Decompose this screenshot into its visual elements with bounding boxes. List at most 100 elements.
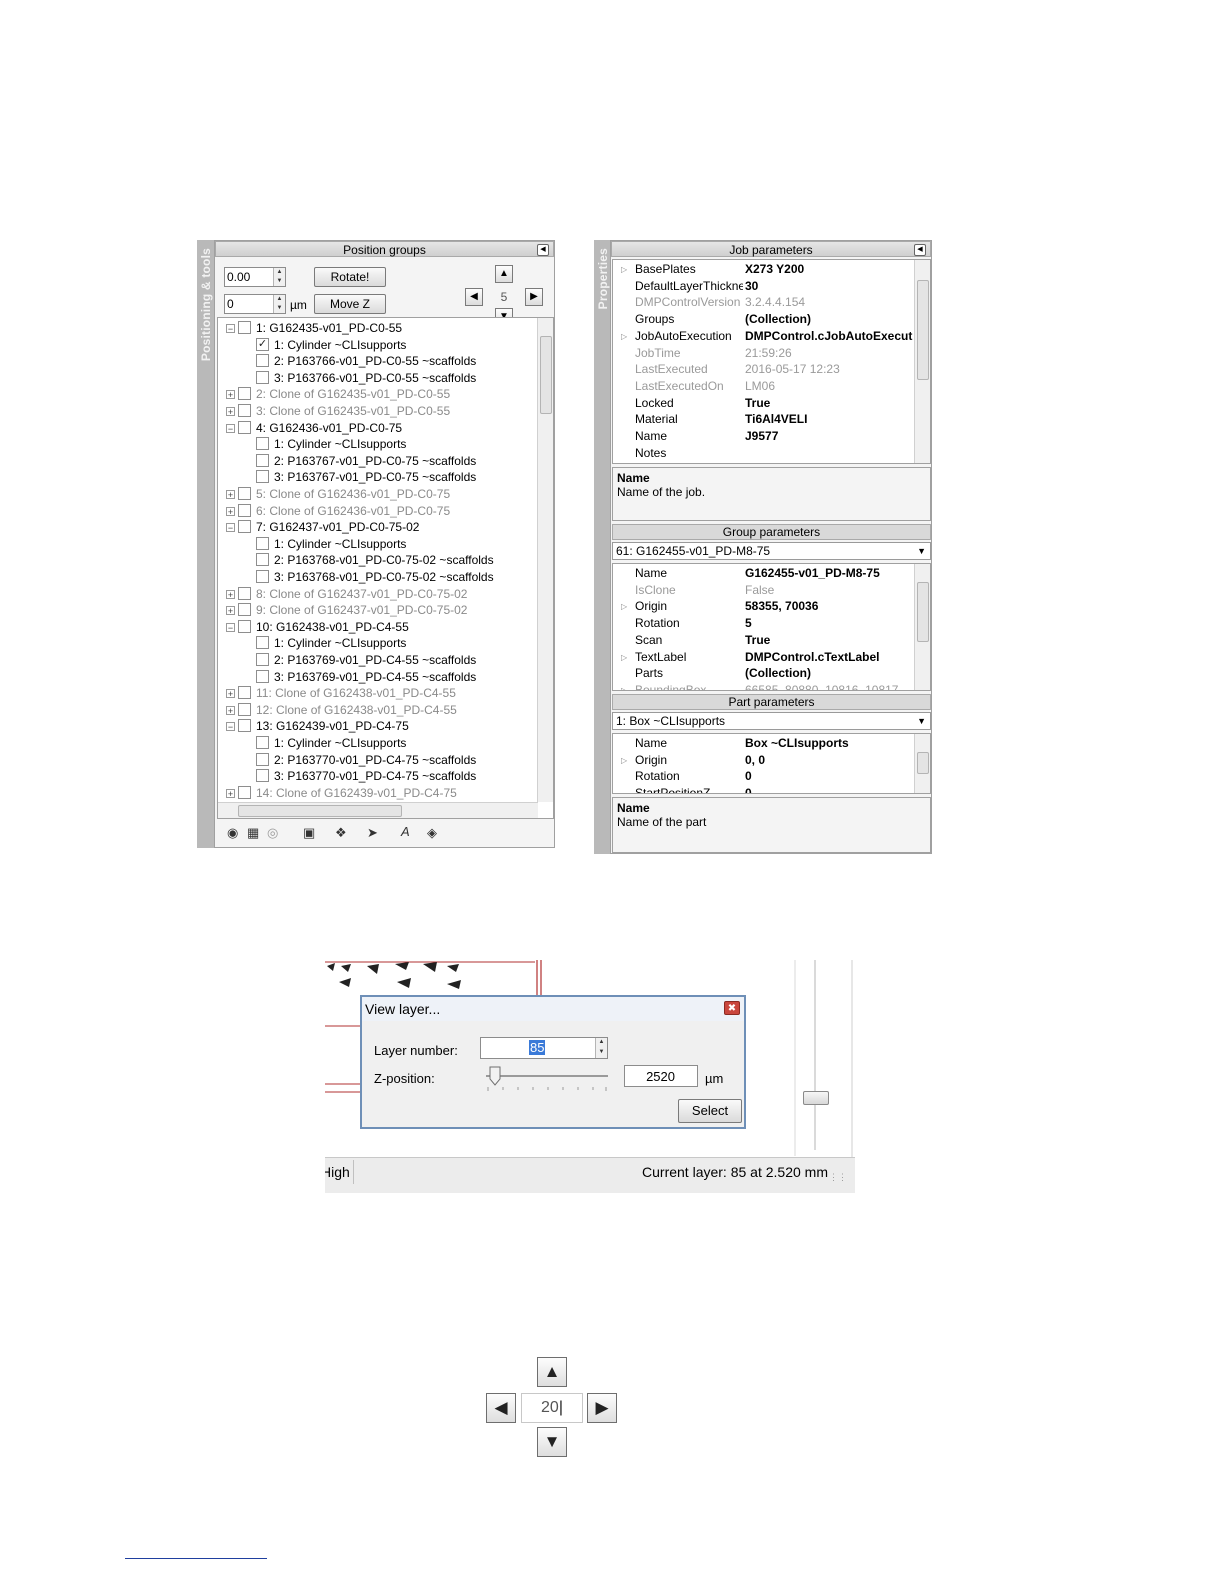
pin-icon[interactable]: ◀	[914, 244, 926, 256]
tree-vertical-scrollbar[interactable]	[537, 318, 553, 802]
part-grid-scrollbar[interactable]	[914, 734, 930, 793]
wrench-icon[interactable]: ➤	[367, 825, 378, 841]
tree-node-checkbox[interactable]	[238, 503, 251, 517]
expand-icon[interactable]: +	[226, 506, 235, 516]
property-value[interactable]: G162455-v01_PD-M8-75	[745, 565, 913, 582]
tree-part-node[interactable]: 1: Cylinder ~CLIsupports	[218, 436, 536, 452]
move-z-button[interactable]: Move Z	[314, 294, 386, 314]
target-icon[interactable]: ◎	[267, 825, 278, 841]
group-parameter-row[interactable]: Rotation 5	[613, 615, 930, 632]
group-parameter-row[interactable]: Scan True	[613, 632, 930, 649]
pin-icon[interactable]: ◀	[537, 244, 549, 256]
property-value[interactable]: Box ~CLIsupports	[745, 735, 913, 752]
collapse-icon[interactable]: −	[226, 722, 235, 732]
spin-up-icon[interactable]: ▲	[273, 268, 285, 277]
tree-part-node[interactable]: 2: P163769-v01_PD-C4-55 ~scaffolds	[218, 652, 536, 668]
tree-group-node[interactable]: − 10: G162438-v01_PD-C4-55	[218, 619, 536, 635]
property-value[interactable]: 5	[745, 615, 913, 632]
part-parameter-row[interactable]: ▷ Origin 0, 0	[613, 752, 930, 769]
tree-part-node[interactable]: 3: P163769-v01_PD-C4-55 ~scaffolds	[218, 669, 536, 685]
tree-node-checkbox[interactable]	[256, 669, 269, 683]
tree-node-checkbox[interactable]	[238, 321, 251, 334]
tree-part-node[interactable]: 1: Cylinder ~CLIsupports	[218, 735, 536, 751]
position-groups-tree[interactable]: − 1: G162435-v01_PD-C0-55 ✓ 1: Cylinder ~CL…	[217, 317, 554, 819]
property-value[interactable]: LM06	[745, 378, 913, 395]
camera-icon[interactable]: ▣	[303, 825, 315, 841]
tree-part-node[interactable]: ✓ 1: Cylinder ~CLIsupports	[218, 337, 536, 353]
tree-part-node[interactable]: 2: P163770-v01_PD-C4-75 ~scaffolds	[218, 752, 536, 768]
property-value[interactable]: 30	[745, 278, 913, 295]
expand-arrow-icon[interactable]: ▷	[621, 261, 627, 278]
select-button[interactable]: Select	[678, 1099, 742, 1123]
property-value[interactable]: (Collection)	[745, 665, 913, 682]
globe-icon[interactable]: ◉	[227, 825, 238, 841]
expand-icon[interactable]: +	[226, 606, 235, 616]
property-value[interactable]: True	[745, 395, 913, 412]
tree-part-node[interactable]: 1: Cylinder ~CLIsupports	[218, 536, 536, 552]
part-parameter-row[interactable]: Name Box ~CLIsupports	[613, 735, 930, 752]
properties-side-tab[interactable]: Properties	[594, 240, 610, 854]
tree-group-node[interactable]: − 4: G162436-v01_PD-C0-75	[218, 420, 536, 436]
expand-icon[interactable]: +	[226, 407, 235, 417]
tree-node-checkbox[interactable]	[238, 603, 251, 617]
job-grid-scrollbar[interactable]	[914, 260, 930, 463]
job-parameter-row[interactable]: DefaultLayerThickness30	[613, 278, 930, 295]
property-value[interactable]: 0	[745, 785, 913, 793]
close-icon[interactable]: ✖	[724, 1001, 740, 1015]
z-position-input[interactable]: 2520	[624, 1065, 698, 1087]
group-parameters-grid[interactable]: Name G162455-v01_PD-M8-75 IsClone False ▷ Ori…	[612, 563, 931, 691]
expand-icon[interactable]: +	[226, 589, 235, 599]
property-value[interactable]: 58355, 70036	[745, 598, 913, 615]
tree-group-node[interactable]: +14: Clone of G162439-v01_PD-C4-75	[218, 785, 536, 801]
tree-part-node[interactable]: 3: P163767-v01_PD-C0-75 ~scaffolds	[218, 469, 536, 485]
tree-node-checkbox[interactable]	[256, 470, 269, 484]
property-value[interactable]: 2016-05-17 12:23	[745, 361, 913, 378]
spin-down-icon[interactable]: ▼	[273, 277, 285, 286]
job-parameter-row[interactable]: ▷ BasePlates X273 Y200	[613, 261, 930, 278]
resize-grip-icon[interactable]: ⋮⋮	[829, 1172, 847, 1183]
tree-node-checkbox[interactable]	[238, 619, 251, 633]
rotate-button[interactable]: Rotate!	[314, 267, 386, 287]
layers-icon[interactable]: ❖	[335, 825, 347, 841]
tree-group-node[interactable]: +8: Clone of G162437-v01_PD-C0-75-02	[218, 586, 536, 602]
job-parameter-row[interactable]: Notes	[613, 445, 930, 462]
part-grid-scroll-thumb[interactable]	[917, 752, 929, 774]
tree-hscroll-thumb[interactable]	[238, 805, 402, 817]
positioning-side-tab[interactable]: Positioning & tools	[197, 240, 214, 848]
tree-node-checkbox[interactable]	[238, 686, 251, 700]
job-grid-scroll-thumb[interactable]	[917, 280, 929, 380]
job-parameter-row[interactable]: LastExecuted 2016-05-17 12:23	[613, 361, 930, 378]
tree-node-checkbox[interactable]	[238, 719, 251, 733]
rotate-angle-input[interactable]: 0.00 ▲ ▼	[224, 267, 286, 287]
job-parameter-row[interactable]: JobTime 21:59:26	[613, 345, 930, 362]
expand-arrow-icon[interactable]: ▷	[621, 649, 627, 666]
property-value[interactable]: J9577	[745, 428, 913, 445]
tree-node-checkbox[interactable]	[238, 487, 251, 500]
shape-icon[interactable]: ◈	[427, 825, 437, 841]
group-parameter-row[interactable]: Name G162455-v01_PD-M8-75	[613, 565, 930, 582]
tree-group-node[interactable]: +11: Clone of G162438-v01_PD-C4-55	[218, 685, 536, 701]
tree-node-checkbox[interactable]	[238, 420, 251, 434]
spin-down-icon[interactable]: ▼	[595, 1048, 607, 1058]
group-parameter-row[interactable]: ▷ BoundingBox 66585, 80880, 10816, 10817	[613, 682, 930, 690]
property-value[interactable]: 3.2.4.4.154	[745, 294, 913, 311]
spin-down-icon[interactable]: ▼	[273, 304, 285, 313]
job-parameters-grid[interactable]: ▷ BasePlates X273 Y200DefaultLayerThicknes…	[612, 259, 931, 464]
expand-arrow-icon[interactable]: ▷	[621, 682, 627, 690]
job-parameter-row[interactable]: DMPControlVersion 3.2.4.4.154	[613, 294, 930, 311]
expand-arrow-icon[interactable]: ▷	[621, 328, 627, 345]
step-right-button[interactable]: ▶	[587, 1393, 617, 1423]
tree-node-checkbox[interactable]	[256, 536, 269, 550]
part-select[interactable]: 1: Box ~CLIsupports ▼	[612, 712, 931, 730]
z-position-slider[interactable]	[482, 1065, 612, 1095]
collapse-icon[interactable]: −	[226, 523, 235, 533]
expand-icon[interactable]: +	[226, 490, 235, 500]
tree-group-node[interactable]: +3: Clone of G162435-v01_PD-C0-55	[218, 403, 536, 419]
expand-icon[interactable]: +	[226, 788, 235, 798]
tree-node-checkbox[interactable]	[256, 437, 269, 451]
group-parameter-row[interactable]: ▷ Origin 58355, 70036	[613, 598, 930, 615]
job-parameter-row[interactable]: ▷ JobAutoExecution DMPControl.cJobAutoExec…	[613, 328, 930, 345]
step-up-button[interactable]: ▲	[537, 1357, 567, 1387]
property-value[interactable]: (Collection)	[745, 311, 913, 328]
tree-horizontal-scrollbar[interactable]	[218, 802, 538, 818]
